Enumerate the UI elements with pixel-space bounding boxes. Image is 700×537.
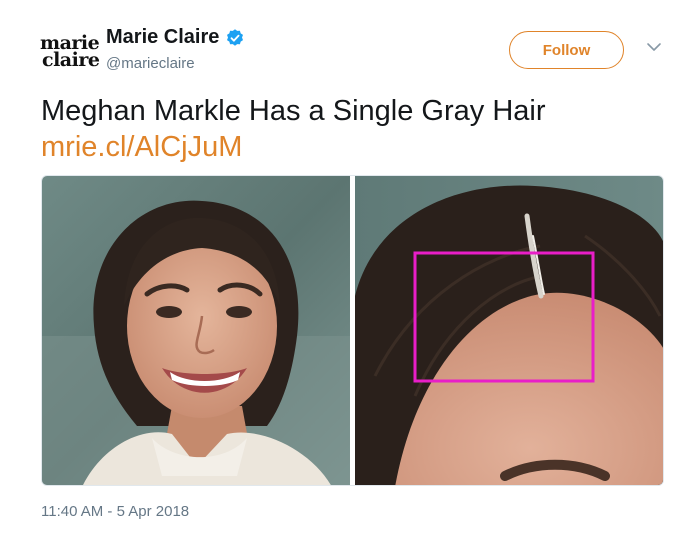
logo-line-2: claire [42, 49, 100, 71]
tweet-text: Meghan Markle Has a Single Gray Hair [41, 95, 546, 127]
chevron-down-icon[interactable] [645, 40, 663, 54]
timestamp[interactable]: 11:40 AM - 5 Apr 2018 [41, 503, 189, 520]
closeup-photo[interactable] [355, 176, 664, 486]
handle[interactable]: @marieclaire [106, 55, 245, 72]
tweet-card: marie claire Marie Claire @marieclaire F… [0, 0, 700, 537]
media-grid [41, 175, 664, 486]
tweet-link[interactable]: mrie.cl/AlCjJuM [41, 130, 242, 164]
follow-button[interactable]: Follow [509, 31, 624, 69]
verified-badge-icon [227, 28, 244, 46]
display-name[interactable]: Marie Claire [106, 26, 219, 49]
portrait-photo[interactable] [42, 176, 350, 486]
author-info: Marie Claire @marieclaire [106, 26, 245, 72]
avatar[interactable]: marie claire [40, 30, 100, 74]
name-row: Marie Claire [106, 26, 245, 49]
